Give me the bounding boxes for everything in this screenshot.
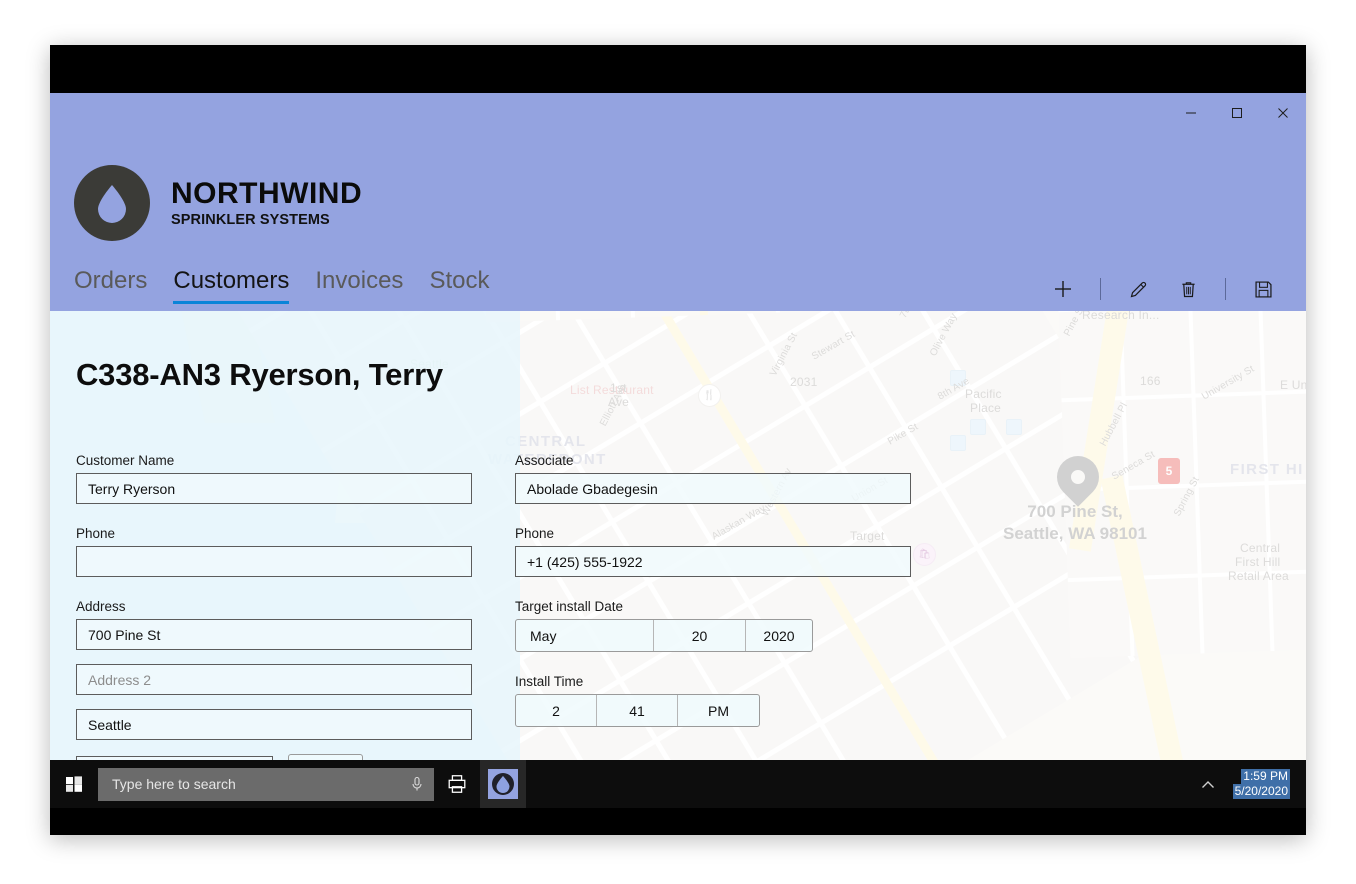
phone-input-left[interactable] xyxy=(76,546,472,577)
chevron-up-icon xyxy=(1201,780,1214,788)
phone-input-right[interactable] xyxy=(515,546,911,577)
time-minute-field[interactable]: 41 xyxy=(597,695,678,726)
app-droplet-icon xyxy=(492,773,514,795)
taskbar-printer-button[interactable] xyxy=(434,760,480,808)
windows-taskbar: Type here to search 1:59 PM 5/20/2020 xyxy=(50,760,1306,808)
brand-subtitle: SPRINKLER SYSTEMS xyxy=(171,211,330,228)
save-record-button[interactable] xyxy=(1238,269,1288,309)
desktop-top-bar xyxy=(50,45,1306,93)
water-droplet-icon xyxy=(90,181,134,225)
desktop-screen: 5 ⛶ ⛶ 🛍 H 🍴 🛍 700 Pine St, S xyxy=(50,45,1306,835)
app-header: NORTHWIND SPRINKLER SYSTEMS Orders Custo… xyxy=(50,93,1306,311)
page-title: C338-AN3 Ryerson, Terry xyxy=(76,357,443,392)
time-hour-field[interactable]: 2 xyxy=(516,695,597,726)
screenshot-root: 5 ⛶ ⛶ 🛍 H 🍴 🛍 700 Pine St, S xyxy=(0,0,1356,884)
target-install-date-label: Target install Date xyxy=(515,599,624,614)
close-button[interactable] xyxy=(1260,93,1306,133)
main-nav: Orders Customers Invoices Stock xyxy=(74,269,489,304)
edit-record-button[interactable] xyxy=(1113,269,1163,309)
address-line2-input[interactable] xyxy=(76,664,472,695)
northwind-logo xyxy=(74,165,150,241)
field-phone-left: Phone xyxy=(76,526,472,577)
trash-icon xyxy=(1181,281,1195,297)
address-line1-input[interactable] xyxy=(76,619,472,650)
northwind-app-window: 5 ⛶ ⛶ 🛍 H 🍴 🛍 700 Pine St, S xyxy=(50,93,1306,808)
start-button[interactable] xyxy=(50,760,98,808)
nav-tab-stock[interactable]: Stock xyxy=(429,269,489,304)
save-disk-icon xyxy=(1254,280,1272,298)
microphone-icon[interactable] xyxy=(410,776,424,792)
install-time-label: Install Time xyxy=(515,674,584,689)
taskbar-search-box[interactable]: Type here to search xyxy=(98,767,434,801)
date-month-field[interactable]: May xyxy=(516,620,654,651)
toolbar-separator-2 xyxy=(1225,278,1226,300)
field-customer-name: Customer Name xyxy=(76,453,472,504)
maximize-button[interactable] xyxy=(1214,93,1260,133)
brand-name: NORTHWIND xyxy=(171,177,363,211)
nav-tab-invoices[interactable]: Invoices xyxy=(315,269,403,304)
field-target-install-date: Target install Date May 20 2020 xyxy=(515,599,911,652)
date-day-field[interactable]: 20 xyxy=(654,620,746,651)
associate-input[interactable] xyxy=(515,473,911,504)
clock-date: 5/20/2020 xyxy=(1232,784,1290,799)
add-record-button[interactable] xyxy=(1038,269,1088,309)
system-tray: 1:59 PM 5/20/2020 xyxy=(1191,760,1306,808)
windows-start-icon xyxy=(66,776,82,792)
time-picker[interactable]: 2 41 PM xyxy=(515,694,760,727)
address-label: Address xyxy=(76,599,126,614)
toolbar-separator-1 xyxy=(1100,278,1101,300)
northwind-app-icon xyxy=(488,769,518,799)
plus-icon xyxy=(1055,281,1071,297)
taskbar-northwind-app-button[interactable] xyxy=(480,760,526,808)
brand-block: NORTHWIND SPRINKLER SYSTEMS xyxy=(74,165,362,241)
field-phone-right: Phone xyxy=(515,526,911,577)
tray-expand-button[interactable] xyxy=(1191,760,1225,808)
date-picker[interactable]: May 20 2020 xyxy=(515,619,813,652)
close-icon xyxy=(1278,108,1288,118)
search-placeholder: Type here to search xyxy=(112,776,236,792)
customer-name-label: Customer Name xyxy=(76,453,175,468)
city-input[interactable] xyxy=(76,709,472,740)
nav-tab-orders[interactable]: Orders xyxy=(74,269,147,304)
desktop-bottom-bar xyxy=(50,808,1306,835)
phone-label-right: Phone xyxy=(515,526,555,541)
time-meridiem-field[interactable]: PM xyxy=(678,695,759,726)
minimize-button[interactable] xyxy=(1168,93,1214,133)
clock-time: 1:59 PM xyxy=(1241,769,1290,784)
pencil-icon xyxy=(1130,281,1146,297)
taskbar-clock[interactable]: 1:59 PM 5/20/2020 xyxy=(1225,769,1298,799)
phone-label-left: Phone xyxy=(76,526,116,541)
field-install-time: Install Time 2 41 PM xyxy=(515,674,911,727)
form-column-right: Associate Phone Target install Date May … xyxy=(515,453,911,749)
customer-name-input[interactable] xyxy=(76,473,472,504)
form-column-left: Customer Name Phone Address xyxy=(76,453,472,808)
record-toolbar xyxy=(1038,269,1288,309)
nav-tab-customers[interactable]: Customers xyxy=(173,269,290,304)
brand-text: NORTHWIND SPRINKLER SYSTEMS xyxy=(171,178,362,228)
date-year-field[interactable]: 2020 xyxy=(746,620,812,651)
maximize-icon xyxy=(1232,108,1242,118)
associate-label: Associate xyxy=(515,453,574,468)
field-associate: Associate xyxy=(515,453,911,504)
printer-icon xyxy=(448,775,466,793)
delete-record-button[interactable] xyxy=(1163,269,1213,309)
window-controls xyxy=(1168,93,1306,133)
customer-detail-page: C338-AN3 Ryerson, Terry Customer Name Ph… xyxy=(50,311,1306,808)
minimize-icon xyxy=(1186,112,1196,114)
